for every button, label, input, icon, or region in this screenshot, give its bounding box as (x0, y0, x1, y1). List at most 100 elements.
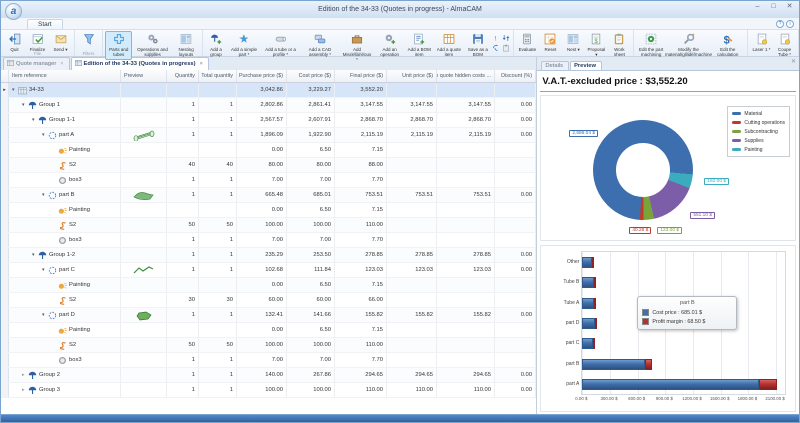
bar-row-part-a[interactable]: part A (582, 379, 785, 390)
bar-row-part-b[interactable]: part B (582, 359, 785, 370)
column-header-unit-price-w-o-quote-hidden-costs[interactable]: Unit price w/o quote hidden costs ... (437, 70, 495, 82)
cost-price-bar (582, 298, 594, 309)
row-selector[interactable] (1, 323, 9, 337)
column-header-final-price[interactable]: Final price ($) (335, 70, 387, 82)
ribbon-button-work-sheet[interactable]: Work sheet (608, 31, 631, 60)
doc-tab-quote-manager[interactable]: Quote manager× (3, 57, 70, 70)
column-header-item-reference[interactable]: Item reference (9, 70, 121, 82)
add-bom-icon (413, 33, 425, 48)
profit-margin-bar (594, 277, 596, 288)
item-label: Group 1 (39, 102, 60, 108)
row-selector[interactable] (1, 353, 9, 367)
minimize-icon[interactable]: – (750, 2, 765, 13)
panel-close-icon[interactable]: ✕ (791, 58, 796, 65)
help-icon[interactable]: ? (776, 20, 784, 28)
column-header-preview[interactable]: Preview (121, 70, 167, 82)
table-row-box3[interactable]: box3117.007.007.70 (1, 353, 536, 368)
panel-tab-preview[interactable]: Preview (570, 61, 602, 70)
maximize-icon[interactable]: □ (766, 2, 781, 13)
ribbon-button-nest[interactable]: Nest ▾ (562, 31, 585, 55)
row-selector[interactable] (1, 218, 9, 232)
table-row-painting[interactable]: Painting0.006.507.15 (1, 203, 536, 218)
add-tube-icon (275, 33, 287, 48)
column-header-cost-price[interactable]: Cost price ($) (287, 70, 335, 82)
ribbon-button-add-miscellaneous[interactable]: Add Miscellaneous * (339, 31, 374, 64)
discount-cell (495, 338, 536, 352)
row-selector[interactable] (1, 293, 9, 307)
table-row-painting[interactable]: Painting0.006.507.15 (1, 278, 536, 293)
table-row-painting[interactable]: Painting0.006.507.15 (1, 143, 536, 158)
table-row-group-1-1[interactable]: ▾Group 1-1112,567.572,607.912,868.702,86… (1, 113, 536, 128)
legend-swatch (732, 121, 741, 124)
table-row-group-1[interactable]: ▾Group 1112,802.862,861.413,147.553,147.… (1, 98, 536, 113)
tab-close-icon[interactable]: × (60, 61, 63, 67)
column-header-total-quantity[interactable]: Total quantity (199, 70, 237, 82)
ribbon-button-laser-1[interactable]: Laser 1 * (750, 31, 773, 55)
row-selector[interactable] (1, 368, 9, 382)
item-reference-cell: box3 (9, 353, 121, 367)
purchase-price-cell: 665.48 (237, 188, 287, 202)
ribbon-button-filter-icon[interactable] (77, 31, 100, 50)
column-header-discount[interactable]: Discount (%) (495, 70, 536, 82)
svg-text:!: ! (495, 35, 497, 41)
row-selector[interactable] (1, 113, 9, 127)
column-header-quantity[interactable]: Quantity (167, 70, 199, 82)
table-row-painting[interactable]: Painting0.006.507.15 (1, 323, 536, 338)
row-selector[interactable] (1, 263, 9, 277)
table-row-group-2[interactable]: ▸Group 211140.00267.86294.65294.65294.65… (1, 368, 536, 383)
almacam-logo-icon[interactable]: a (5, 3, 22, 20)
column-header-unit-price[interactable]: Unit price ($) (387, 70, 437, 82)
row-selector[interactable] (1, 158, 9, 172)
table-row-box3[interactable]: box3117.007.007.70 (1, 233, 536, 248)
unit-price-wo-hidden-cell (437, 83, 495, 97)
row-selector[interactable] (1, 383, 9, 397)
group-icon (28, 386, 38, 395)
table-row-part-a[interactable]: ▾part A111,896.091,922.902,115.192,115.1… (1, 128, 536, 143)
row-selector[interactable] (1, 143, 9, 157)
info-icon[interactable]: i (786, 20, 794, 28)
ribbon-button-evaluate[interactable]: Evaluate (516, 31, 539, 55)
row-selector[interactable] (1, 308, 9, 322)
table-row-s2[interactable]: S2404080.0080.0088.00 (1, 158, 536, 173)
table-row-part-d[interactable]: ▾part D11132.41141.66155.82155.82155.820… (1, 308, 536, 323)
ribbon-button-proposal[interactable]: $Proposal ▾ (585, 31, 608, 60)
panel-tab-details[interactable]: Details (541, 61, 569, 70)
row-selector[interactable] (1, 98, 9, 112)
item-reference-cell: ▸Group 3 (9, 383, 121, 397)
row-selector[interactable] (1, 233, 9, 247)
row-selector[interactable] (1, 173, 9, 187)
tab-start[interactable]: Start (27, 19, 63, 29)
part-icon (48, 266, 58, 275)
table-row-s2[interactable]: S25050100.00100.00110.00 (1, 338, 536, 353)
close-icon[interactable]: ✕ (782, 2, 797, 13)
ribbon-button-reset[interactable]: Reset (539, 31, 562, 55)
row-selector[interactable] (1, 278, 9, 292)
table-row-part-c[interactable]: ▾part C11102.68111.84123.03123.03123.030… (1, 263, 536, 278)
table-row-group-3[interactable]: ▸Group 311100.00100.00110.00110.00110.00… (1, 383, 536, 398)
column-header-purchase-price[interactable]: Purchase price ($) (237, 70, 287, 82)
ribbon-button-coupe-tube[interactable]: Coupe Tube * (773, 31, 796, 60)
row-selector[interactable] (1, 338, 9, 352)
tab-close-icon[interactable]: × (200, 61, 203, 67)
purchase-price-cell: 80.00 (237, 158, 287, 172)
row-selector[interactable] (1, 203, 9, 217)
row-selector[interactable] (1, 128, 9, 142)
bar-row-tube-b[interactable]: Tube B (582, 277, 785, 288)
table-row-s2[interactable]: S2303060.0060.0066.00 (1, 293, 536, 308)
priority-icon[interactable]: ! (492, 33, 501, 42)
table-row-s2[interactable]: S25050100.00100.00110.00 (1, 218, 536, 233)
discount-cell (495, 143, 536, 157)
row-selector[interactable] (1, 188, 9, 202)
row-selector[interactable] (1, 248, 9, 262)
purchase-price-cell: 0.00 (237, 143, 287, 157)
sort-icon[interactable] (502, 33, 511, 42)
row-selector[interactable]: ▸ (1, 83, 9, 97)
table-row-group-1-2[interactable]: ▾Group 1-211235.29253.50278.85278.85278.… (1, 248, 536, 263)
table-row-part-b[interactable]: ▾part B11665.48685.01753.51753.51753.510… (1, 188, 536, 203)
bar-row-other[interactable]: Other (582, 257, 785, 268)
table-row-34-33[interactable]: ▸▾34-333,042.863,229.273,552.20 (1, 83, 536, 98)
quantity-cell: 1 (167, 173, 199, 187)
table-row-box3[interactable]: box3117.007.007.70 (1, 173, 536, 188)
cost-price-cell: 7.00 (287, 233, 335, 247)
bar-row-part-c[interactable]: part C (582, 338, 785, 349)
